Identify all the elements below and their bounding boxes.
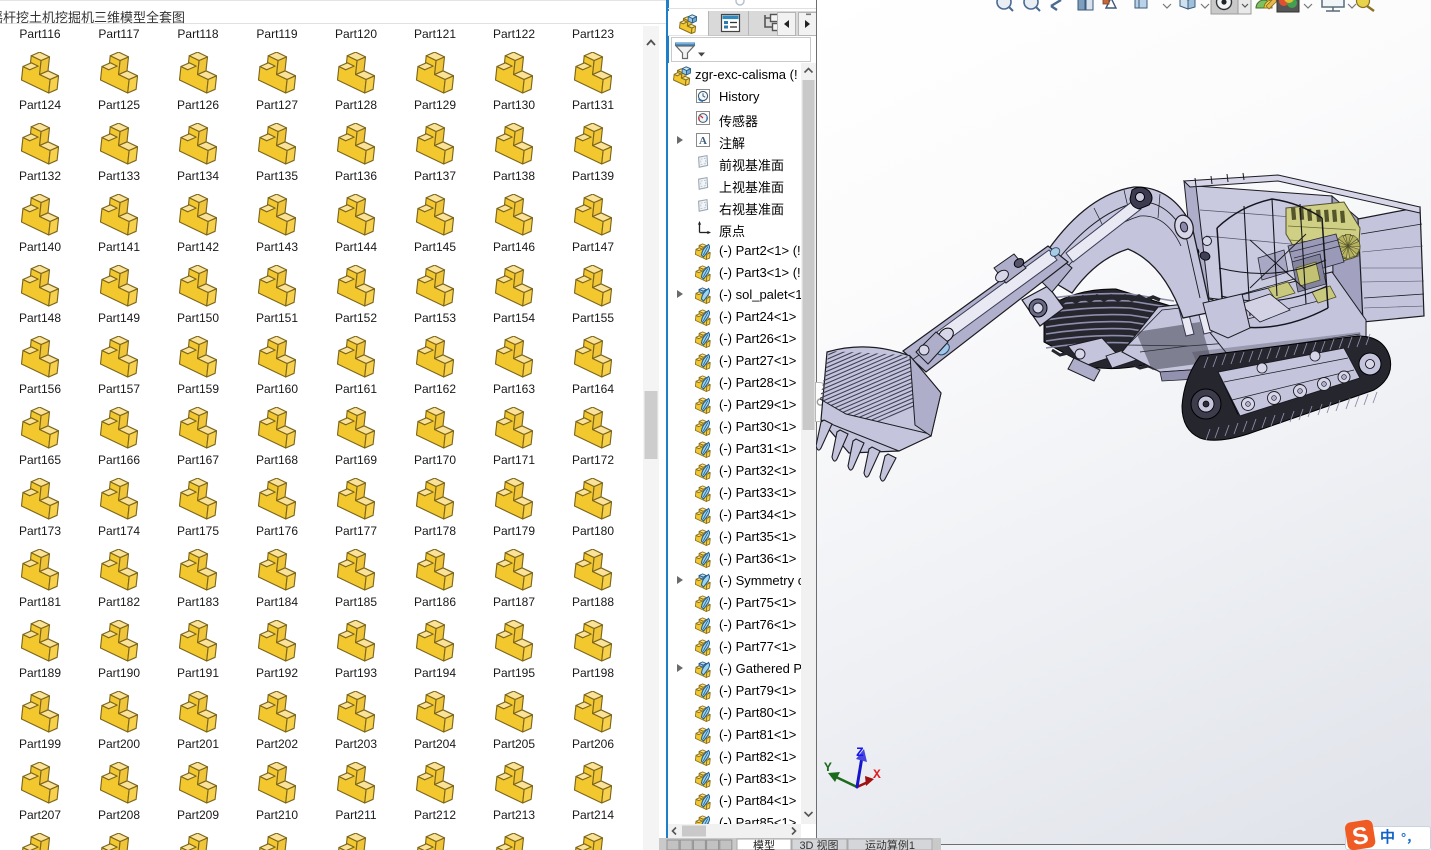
svg-text:Y: Y — [824, 760, 832, 775]
svg-text:模型: 模型 — [753, 838, 775, 850]
svg-text:运动算例1: 运动算例1 — [865, 838, 915, 850]
svg-text:X: X — [873, 767, 881, 782]
svg-text:中: 中 — [1380, 828, 1395, 846]
svg-text:Z: Z — [856, 745, 864, 760]
svg-text:3D 视图: 3D 视图 — [799, 838, 838, 850]
svg-text:°，: °， — [1401, 830, 1419, 845]
